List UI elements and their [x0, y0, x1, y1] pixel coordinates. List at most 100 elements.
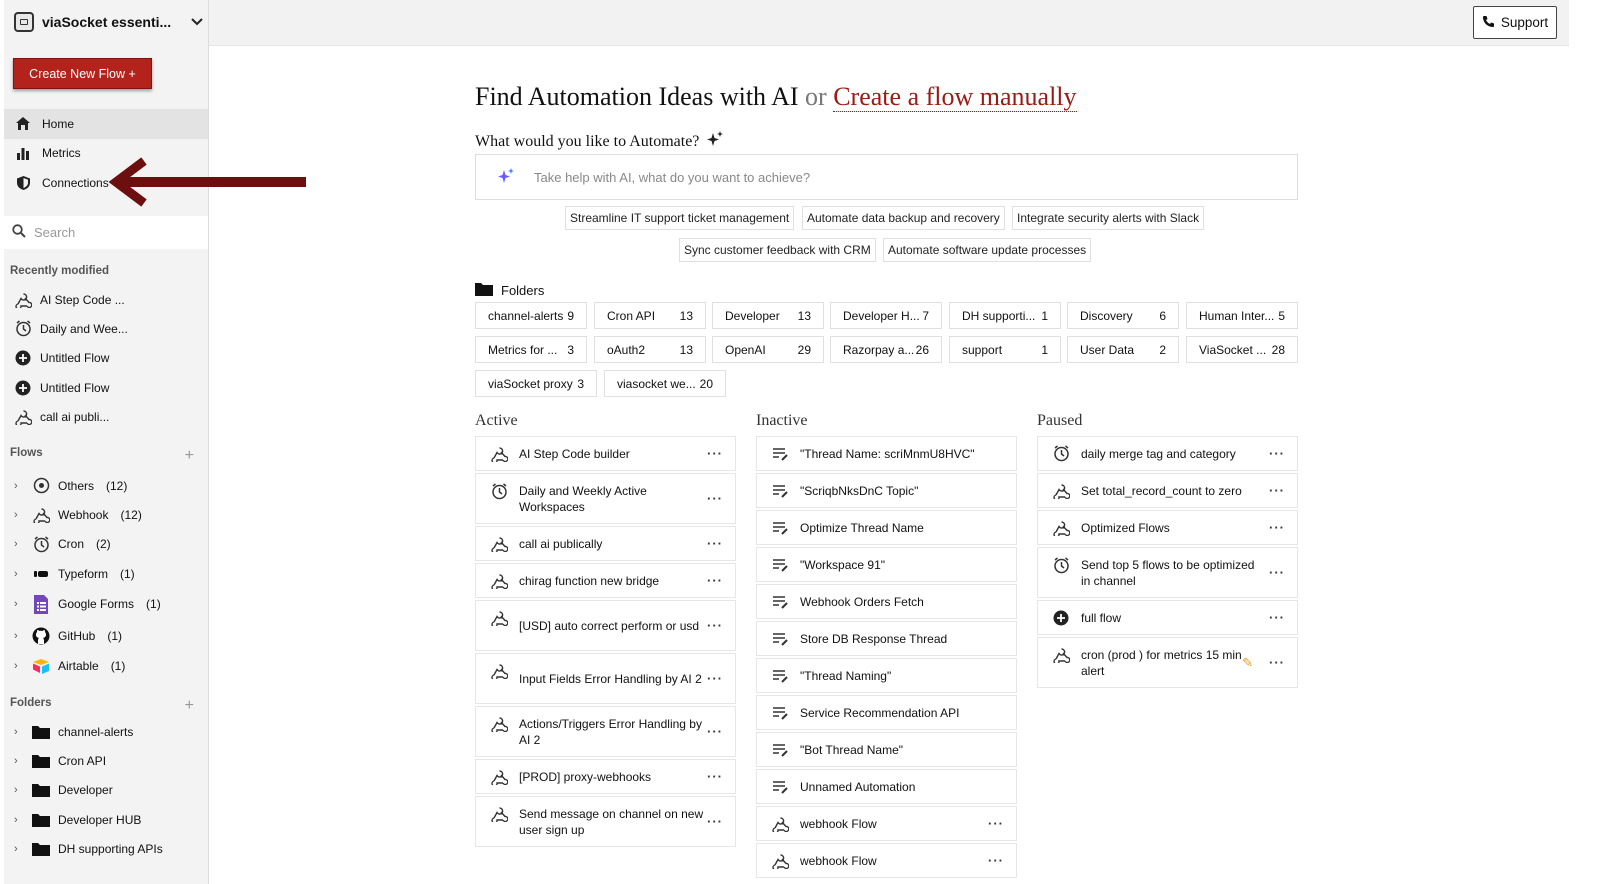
active-flow-row[interactable]: [USD] auto correct perform or usd ···: [475, 600, 736, 651]
chevron-right-icon[interactable]: ›: [14, 784, 24, 796]
active-flow-row[interactable]: AI Step Code builder ···: [475, 436, 736, 471]
active-flow-row[interactable]: Input Fields Error Handling by AI 2 ···: [475, 653, 736, 704]
active-flow-row[interactable]: call ai publically ···: [475, 526, 736, 561]
folder-chip[interactable]: OpenAI 29: [712, 336, 824, 363]
chevron-right-icon[interactable]: ›: [14, 598, 24, 610]
paused-flow-row[interactable]: daily merge tag and category ···: [1037, 436, 1298, 471]
search-input[interactable]: Search: [34, 225, 75, 240]
inactive-flow-row[interactable]: Webhook Orders Fetch···: [756, 584, 1017, 619]
suggestion-chip[interactable]: Integrate security alerts with Slack: [1012, 206, 1205, 230]
folder-chip[interactable]: DH supporti... 1: [949, 302, 1061, 329]
paused-flow-row[interactable]: full flow ···: [1037, 600, 1298, 635]
folder-chip[interactable]: viasocket we... 20: [604, 370, 726, 397]
inactive-flow-row[interactable]: "Workspace 91"···: [756, 547, 1017, 582]
more-options-icon[interactable]: ···: [1267, 565, 1287, 580]
ai-prompt-input[interactable]: Take help with AI, what do you want to a…: [475, 154, 1298, 200]
folder-chip[interactable]: ViaSocket ... 28: [1186, 336, 1298, 363]
nav-item-home[interactable]: Home: [4, 109, 208, 139]
active-flow-row[interactable]: Actions/Triggers Error Handling by AI 2 ·…: [475, 706, 736, 757]
inactive-flow-row[interactable]: "Thread Name: scriMnmU8HVC"···: [756, 436, 1017, 471]
workspace-switcher[interactable]: viaSocket essenti...: [14, 10, 204, 34]
chevron-right-icon[interactable]: ›: [14, 509, 24, 521]
active-flow-row[interactable]: chirag function new bridge ···: [475, 563, 736, 598]
inactive-flow-row[interactable]: Unnamed Automation···: [756, 769, 1017, 804]
folder-chip[interactable]: support 1: [949, 336, 1061, 363]
inactive-flow-row[interactable]: "Thread Naming"···: [756, 658, 1017, 693]
sidebar-search[interactable]: Search: [4, 216, 208, 249]
inactive-flow-row[interactable]: "Bot Thread Name"···: [756, 732, 1017, 767]
folder-chip[interactable]: User Data 2: [1067, 336, 1179, 363]
suggestion-chip[interactable]: Streamline IT support ticket management: [565, 206, 795, 230]
active-flow-row[interactable]: [PROD] proxy-webhooks ···: [475, 759, 736, 794]
more-options-icon[interactable]: ···: [705, 536, 725, 551]
more-options-icon[interactable]: ···: [705, 573, 725, 588]
recent-item[interactable]: call ai publi...: [4, 402, 208, 431]
chevron-right-icon[interactable]: ›: [14, 755, 24, 767]
active-flow-row[interactable]: Send message on channel on new user sign…: [475, 796, 736, 847]
inactive-flow-row[interactable]: "ScriqbNksDnC Topic"···: [756, 473, 1017, 508]
flow-group-webhook[interactable]: › Webhook (12): [4, 500, 208, 529]
flow-group-github[interactable]: › GitHub (1): [4, 620, 208, 651]
inactive-flow-row[interactable]: webhook Flow ···: [756, 806, 1017, 841]
create-flow-manually-link[interactable]: Create a flow manually: [833, 82, 1077, 112]
sidebar-folder-item[interactable]: › channel-alerts: [4, 717, 208, 746]
inactive-flow-row[interactable]: webhook Flow ···: [756, 843, 1017, 878]
chevron-right-icon[interactable]: ›: [14, 814, 24, 826]
create-new-flow-button[interactable]: Create New Flow +: [13, 58, 152, 89]
recent-item[interactable]: Daily and Wee...: [4, 314, 208, 343]
flow-group-airtable[interactable]: › Airtable (1): [4, 651, 208, 680]
suggestion-chip[interactable]: Sync customer feedback with CRM: [679, 238, 876, 262]
more-options-icon[interactable]: ···: [705, 724, 725, 739]
flow-group-google-forms[interactable]: › Google Forms (1): [4, 588, 208, 620]
paused-flow-row[interactable]: Send top 5 flows to be optimized in chan…: [1037, 547, 1298, 598]
support-button[interactable]: Support: [1473, 6, 1557, 39]
more-options-icon[interactable]: ···: [1267, 610, 1287, 625]
more-options-icon[interactable]: ···: [705, 491, 725, 506]
more-options-icon[interactable]: ···: [1267, 655, 1287, 670]
chevron-right-icon[interactable]: ›: [14, 538, 24, 550]
chevron-right-icon[interactable]: ›: [14, 630, 24, 642]
add-folder-icon[interactable]: +: [185, 697, 194, 715]
folder-chip[interactable]: viaSocket proxy 3: [475, 370, 597, 397]
sidebar-folder-item[interactable]: › Developer: [4, 776, 208, 805]
folder-chip[interactable]: Human Inter... 5: [1186, 302, 1298, 329]
more-options-icon[interactable]: ···: [705, 769, 725, 784]
suggestion-chip[interactable]: Automate data backup and recovery: [802, 206, 1005, 230]
folder-chip[interactable]: channel-alerts 9: [475, 302, 587, 329]
suggestion-chip[interactable]: Automate software update processes: [883, 238, 1092, 262]
chevron-right-icon[interactable]: ›: [14, 568, 24, 580]
sidebar-folder-item[interactable]: › Cron API: [4, 746, 208, 775]
more-options-icon[interactable]: ···: [705, 814, 725, 829]
add-flow-icon[interactable]: +: [185, 447, 194, 465]
chevron-right-icon[interactable]: ›: [14, 726, 24, 738]
chevron-right-icon[interactable]: ›: [14, 480, 24, 492]
chevron-right-icon[interactable]: ›: [14, 843, 24, 855]
more-options-icon[interactable]: ···: [986, 853, 1006, 868]
chevron-right-icon[interactable]: ›: [14, 660, 24, 672]
folder-chip[interactable]: Developer 13: [712, 302, 824, 329]
paused-flow-row[interactable]: Set total_record_count to zero ···: [1037, 473, 1298, 508]
more-options-icon[interactable]: ···: [1267, 446, 1287, 461]
active-flow-row[interactable]: Daily and Weekly Active Workspaces ···: [475, 473, 736, 524]
folder-chip[interactable]: oAuth2 13: [594, 336, 706, 363]
folder-chip[interactable]: Developer H... 7: [830, 302, 942, 329]
more-options-icon[interactable]: ···: [705, 618, 725, 633]
folder-chip[interactable]: Discovery 6: [1067, 302, 1179, 329]
flow-group-typeform[interactable]: › Typeform (1): [4, 559, 208, 588]
chevron-down-icon[interactable]: [190, 14, 204, 30]
inactive-flow-row[interactable]: Optimize Thread Name···: [756, 510, 1017, 545]
folder-chip[interactable]: Razorpay a... 26: [830, 336, 942, 363]
paused-flow-row[interactable]: Optimized Flows ···: [1037, 510, 1298, 545]
sidebar-folder-item[interactable]: › DH supporting APIs: [4, 834, 208, 863]
sidebar-folder-item[interactable]: › Developer HUB: [4, 805, 208, 834]
recent-item[interactable]: Untitled Flow: [4, 373, 208, 402]
more-options-icon[interactable]: ···: [705, 671, 725, 686]
recent-item[interactable]: Untitled Flow: [4, 344, 208, 373]
more-options-icon[interactable]: ···: [705, 446, 725, 461]
more-options-icon[interactable]: ···: [1267, 520, 1287, 535]
more-options-icon[interactable]: ···: [986, 816, 1006, 831]
inactive-flow-row[interactable]: Service Recommendation API···: [756, 695, 1017, 730]
more-options-icon[interactable]: ···: [1267, 483, 1287, 498]
inactive-flow-row[interactable]: Store DB Response Thread···: [756, 621, 1017, 656]
pencil-icon[interactable]: ✎: [1242, 655, 1253, 671]
